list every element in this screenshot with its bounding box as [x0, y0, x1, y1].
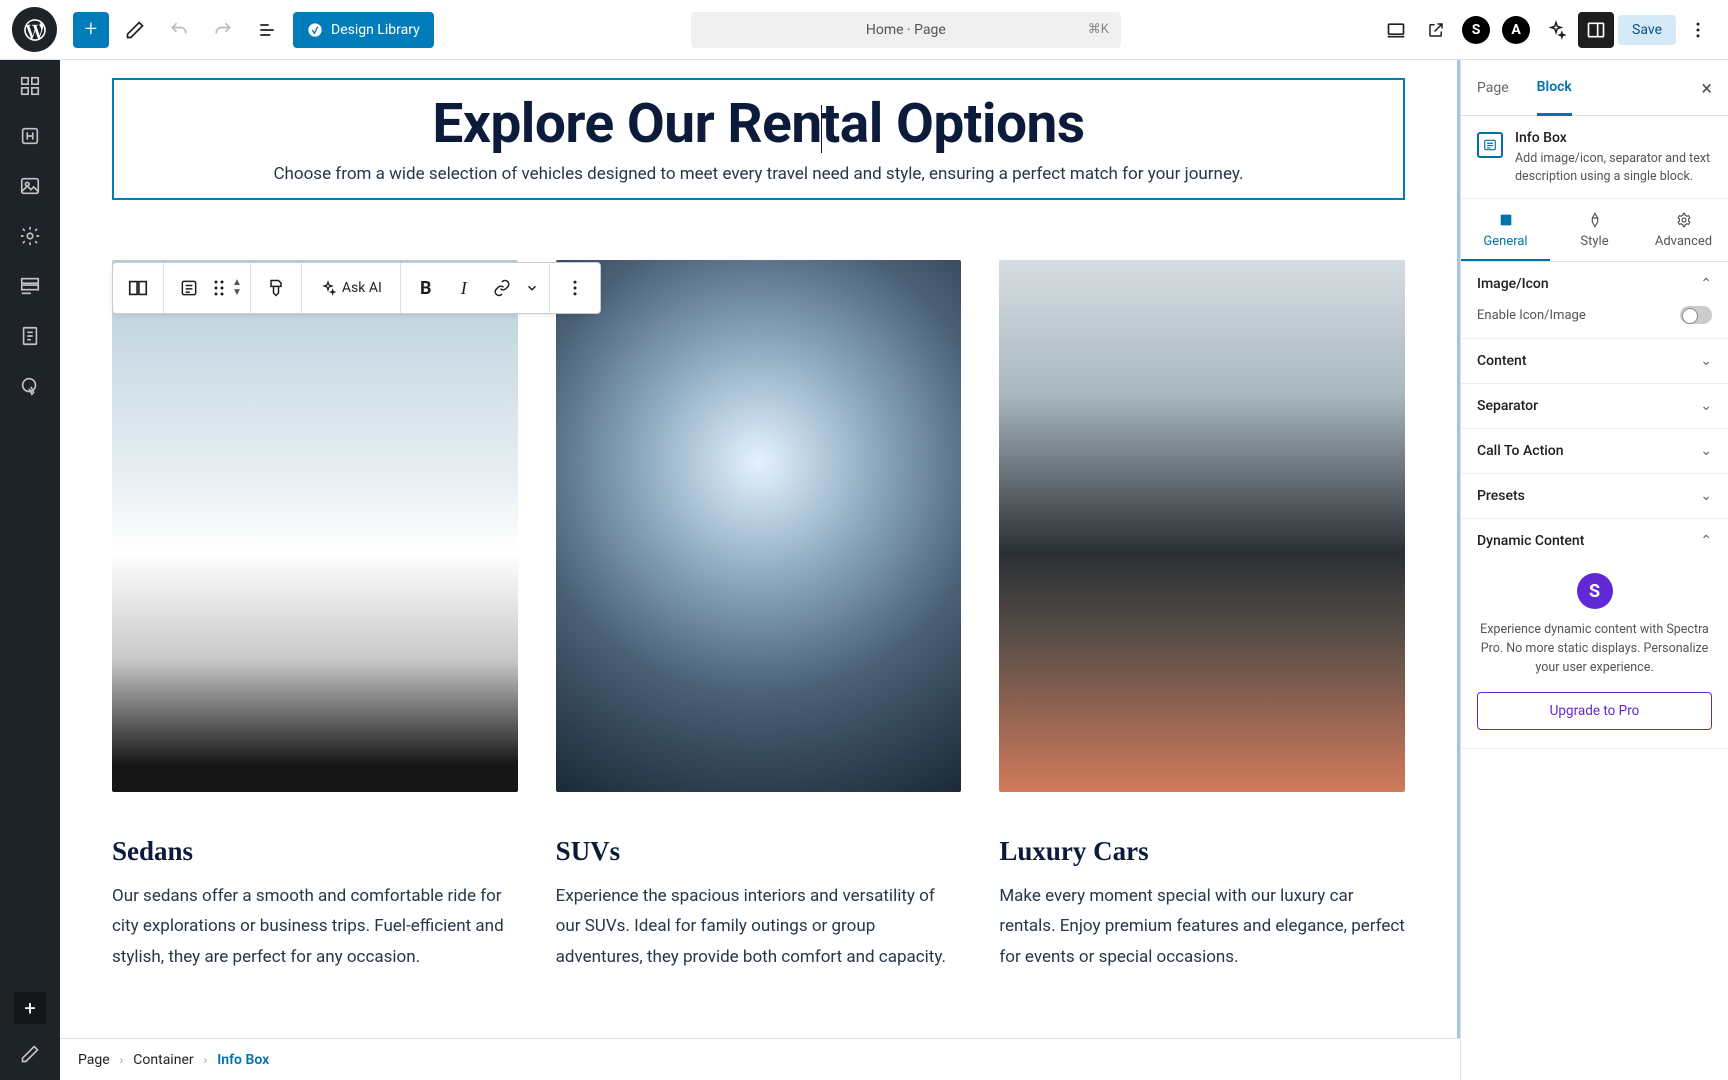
chevron-down-icon: ⌄: [1700, 488, 1712, 504]
rail-heading-icon[interactable]: [14, 120, 46, 152]
subheading-text[interactable]: Choose from a wide selection of vehicles…: [134, 164, 1383, 184]
block-description: Add image/icon, separator and text descr…: [1515, 150, 1712, 186]
more-rich-text-icon[interactable]: [521, 266, 543, 310]
chevron-down-icon: ⌄: [1700, 398, 1712, 414]
info-box-icon: [1477, 132, 1503, 158]
info-box-heading-block[interactable]: Explore Our Rental Options Choose from a…: [112, 78, 1405, 200]
block-toolbar: ▲▼ Ask AI B I: [112, 262, 601, 314]
subtab-general[interactable]: General: [1461, 199, 1550, 261]
rail-pencil-icon[interactable]: [14, 1038, 46, 1070]
crumb-infobox[interactable]: Info Box: [217, 1052, 269, 1068]
wordpress-logo[interactable]: [12, 7, 57, 52]
spectra-icon[interactable]: S: [1458, 12, 1494, 48]
view-page-icon[interactable]: [1418, 12, 1454, 48]
move-up-down-buttons[interactable]: ▲▼: [230, 278, 244, 298]
block-type-icon[interactable]: [170, 266, 208, 310]
card-body[interactable]: Our sedans offer a smooth and comfortabl…: [112, 881, 518, 972]
panel-presets[interactable]: Presets⌄: [1461, 474, 1728, 518]
settings-sidebar: Page Block × Info Box Add image/icon, se…: [1460, 60, 1728, 1080]
heading-text[interactable]: Explore Our Rental Options: [134, 92, 1383, 156]
card-luxury[interactable]: Luxury Cars Make every moment special wi…: [999, 260, 1405, 972]
document-title-button[interactable]: Home · Page ⌘K: [691, 12, 1121, 48]
spectra-pro-icon: S: [1577, 573, 1613, 609]
bold-button[interactable]: B: [407, 266, 445, 310]
rail-image-icon[interactable]: [14, 170, 46, 202]
crumb-page[interactable]: Page: [78, 1052, 110, 1068]
design-library-button[interactable]: Design Library: [293, 12, 434, 48]
breadcrumb: Page › Container › Info Box: [60, 1038, 1460, 1080]
panel-content[interactable]: Content⌄: [1461, 339, 1728, 383]
more-options-icon[interactable]: [1680, 12, 1716, 48]
enable-icon-toggle[interactable]: [1680, 306, 1712, 324]
top-toolbar: + Design Library Home · Page ⌘K S A Sa: [0, 0, 1728, 60]
enable-icon-label: Enable Icon/Image: [1477, 308, 1586, 323]
crumb-container[interactable]: Container: [133, 1052, 193, 1068]
command-shortcut-label: ⌘K: [1088, 22, 1109, 37]
block-name-label: Info Box: [1515, 130, 1712, 146]
editor-canvas[interactable]: Explore Our Rental Options Choose from a…: [60, 60, 1460, 1038]
panel-separator[interactable]: Separator⌄: [1461, 384, 1728, 428]
add-block-button[interactable]: +: [73, 12, 109, 48]
subtab-style[interactable]: Style: [1550, 199, 1639, 261]
document-outline-icon[interactable]: [249, 12, 285, 48]
rail-forms-icon[interactable]: [14, 270, 46, 302]
card-title[interactable]: Sedans: [112, 836, 518, 867]
settings-sidebar-toggle[interactable]: [1578, 12, 1614, 48]
dynamic-content-text: Experience dynamic content with Spectra …: [1477, 621, 1712, 677]
ask-ai-button[interactable]: Ask AI: [308, 266, 394, 310]
panel-cta[interactable]: Call To Action⌄: [1461, 429, 1728, 473]
subtab-advanced[interactable]: Advanced: [1639, 199, 1728, 261]
block-more-icon[interactable]: [556, 266, 594, 310]
ai-sparkle-icon[interactable]: [1538, 12, 1574, 48]
card-body[interactable]: Experience the spacious interiors and ve…: [556, 881, 962, 972]
upgrade-to-pro-button[interactable]: Upgrade to Pro: [1477, 692, 1712, 730]
rail-cursor-icon[interactable]: [14, 370, 46, 402]
card-title[interactable]: SUVs: [556, 836, 962, 867]
parent-block-icon[interactable]: [119, 266, 157, 310]
tab-page[interactable]: Page: [1477, 60, 1509, 115]
card-image: [112, 260, 518, 792]
astra-icon[interactable]: A: [1498, 12, 1534, 48]
chevron-up-icon: ⌃: [1700, 533, 1712, 549]
rail-settings-icon[interactable]: [14, 220, 46, 252]
undo-icon[interactable]: [161, 12, 197, 48]
card-image: [556, 260, 962, 792]
italic-button[interactable]: I: [445, 266, 483, 310]
cards-row: Sedans Our sedans offer a smooth and com…: [112, 260, 1405, 972]
panel-image-icon[interactable]: Image/Icon⌃: [1461, 262, 1728, 306]
rail-add-button[interactable]: +: [14, 992, 46, 1024]
save-button[interactable]: Save: [1618, 15, 1676, 45]
document-title-label: Home · Page: [866, 22, 946, 38]
link-button[interactable]: [483, 266, 521, 310]
panel-dynamic-content[interactable]: Dynamic Content⌃: [1461, 519, 1728, 563]
rail-page-icon[interactable]: [14, 320, 46, 352]
card-body[interactable]: Make every moment special with our luxur…: [999, 881, 1405, 972]
device-preview-icon[interactable]: [1378, 12, 1414, 48]
design-library-label: Design Library: [331, 22, 420, 38]
card-image: [999, 260, 1405, 792]
chevron-down-icon: ⌄: [1700, 443, 1712, 459]
edit-tool-icon[interactable]: [117, 12, 153, 48]
chevron-right-icon: ›: [120, 1053, 124, 1067]
redo-icon[interactable]: [205, 12, 241, 48]
copy-style-icon[interactable]: [257, 266, 295, 310]
close-sidebar-icon[interactable]: ×: [1701, 76, 1712, 100]
left-rail: +: [0, 60, 60, 1080]
drag-handle-icon[interactable]: [208, 266, 230, 310]
chevron-down-icon: ⌄: [1700, 353, 1712, 369]
rail-blocks-icon[interactable]: [14, 70, 46, 102]
chevron-up-icon: ⌃: [1700, 276, 1712, 292]
card-sedans[interactable]: Sedans Our sedans offer a smooth and com…: [112, 260, 518, 972]
card-title[interactable]: Luxury Cars: [999, 836, 1405, 867]
tab-block[interactable]: Block: [1537, 61, 1572, 116]
card-suvs[interactable]: SUVs Experience the spacious interiors a…: [556, 260, 962, 972]
chevron-right-icon: ›: [204, 1053, 208, 1067]
